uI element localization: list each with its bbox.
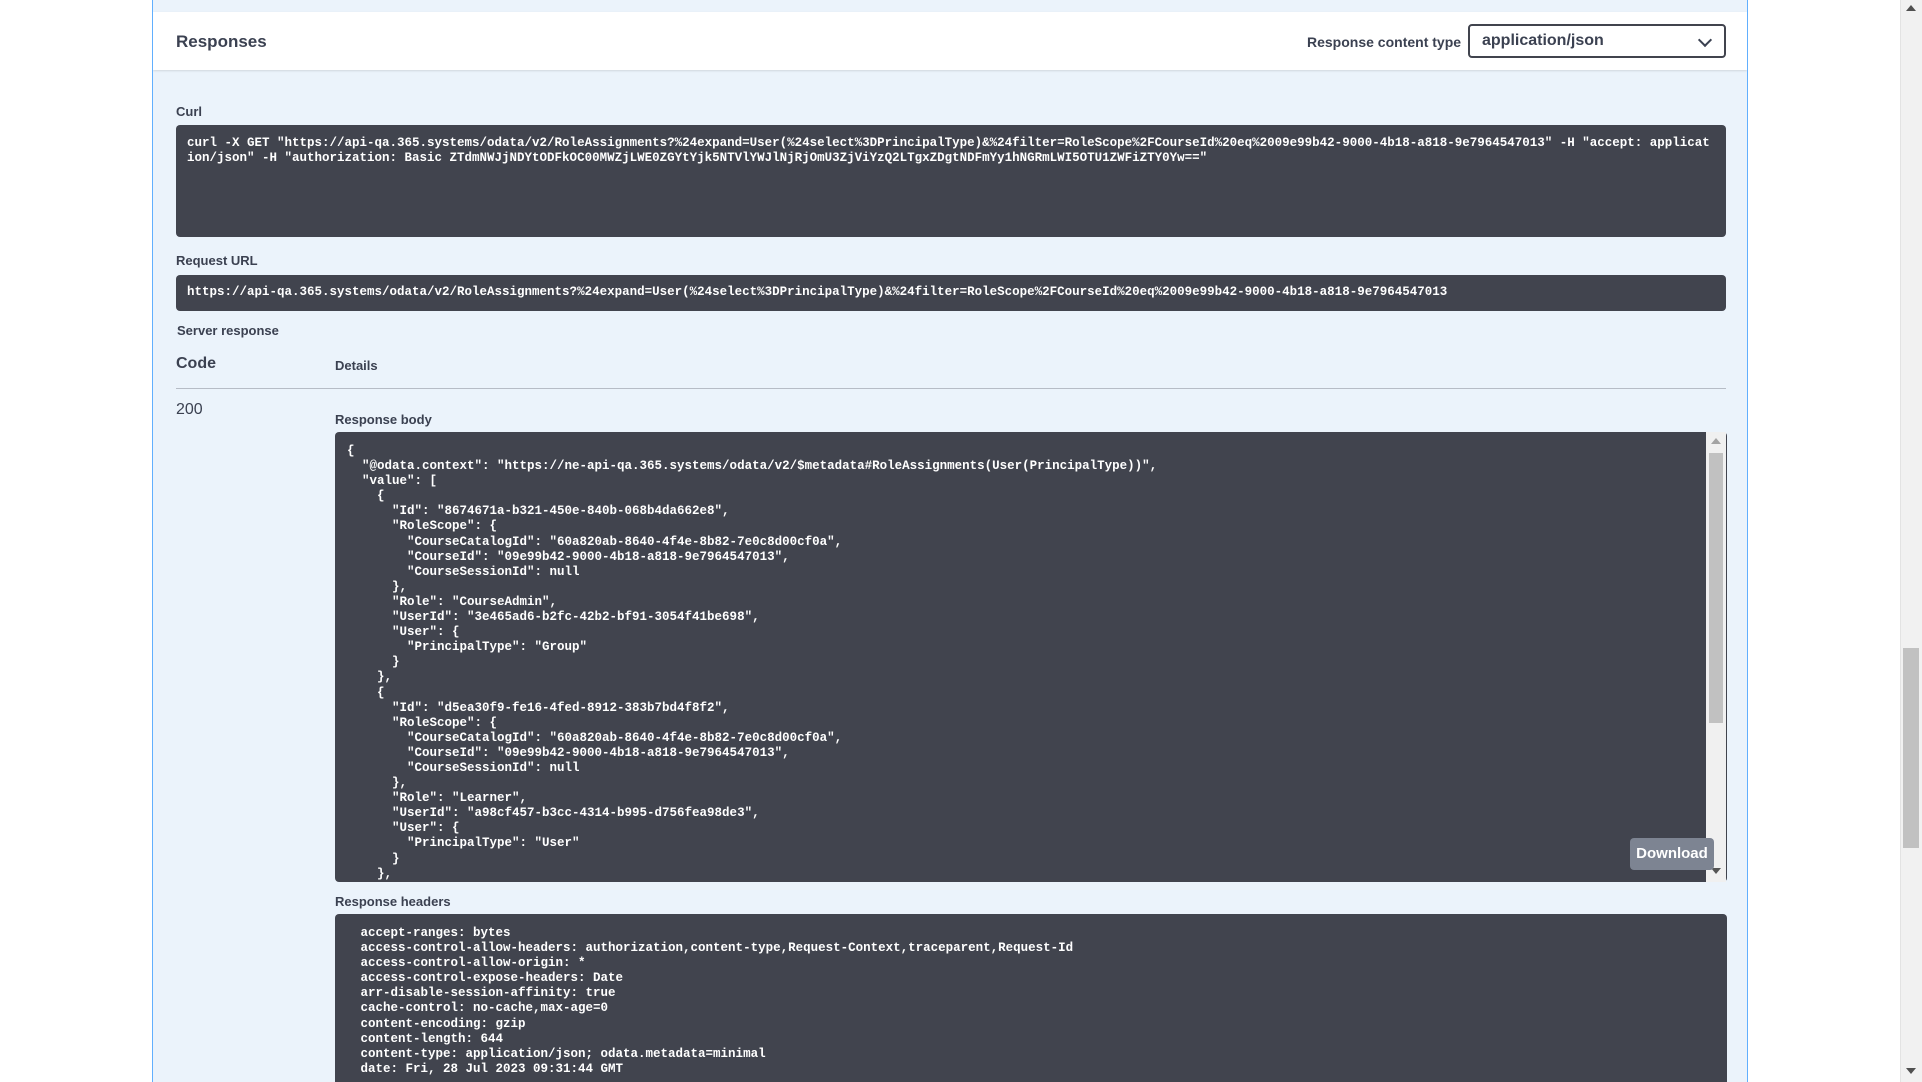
response-body-scroll-thumb[interactable]	[1709, 453, 1723, 723]
request-url-label: Request URL	[176, 253, 258, 268]
operation-block: Responses Response content type applicat…	[152, 0, 1748, 1082]
response-content-type-select[interactable]: application/json	[1468, 24, 1726, 58]
code-column-header: Code	[176, 355, 216, 372]
page-scrollbar[interactable]	[1900, 0, 1922, 1082]
curl-command[interactable]: curl -X GET "https://api-qa.365.systems/…	[176, 125, 1726, 237]
details-column-header: Details	[335, 358, 378, 373]
responses-header: Responses Response content type applicat…	[153, 12, 1747, 70]
arrow-down-icon[interactable]	[1906, 1068, 1916, 1074]
arrow-up-icon[interactable]	[1711, 438, 1721, 444]
response-headers-label: Response headers	[335, 894, 451, 909]
server-response-label: Server response	[177, 323, 279, 338]
curl-label: Curl	[176, 104, 202, 119]
download-button[interactable]: Download	[1630, 838, 1714, 870]
arrow-up-icon[interactable]	[1906, 5, 1916, 11]
response-body-label: Response body	[335, 412, 432, 427]
status-code: 200	[176, 401, 203, 418]
response-content-type-label: Response content type	[1307, 34, 1462, 50]
response-headers[interactable]: accept-ranges: bytes access-control-allo…	[335, 914, 1727, 1082]
response-body[interactable]: { "@odata.context": "https://ne-api-qa.3…	[335, 432, 1727, 882]
page-scroll-thumb[interactable]	[1903, 648, 1919, 848]
chevron-down-icon	[1697, 32, 1713, 48]
responses-title: Responses	[176, 32, 267, 51]
table-divider	[176, 388, 1726, 389]
response-content-type-value: application/json	[1482, 32, 1604, 49]
request-url-value[interactable]: https://api-qa.365.systems/odata/v2/Role…	[176, 275, 1726, 311]
